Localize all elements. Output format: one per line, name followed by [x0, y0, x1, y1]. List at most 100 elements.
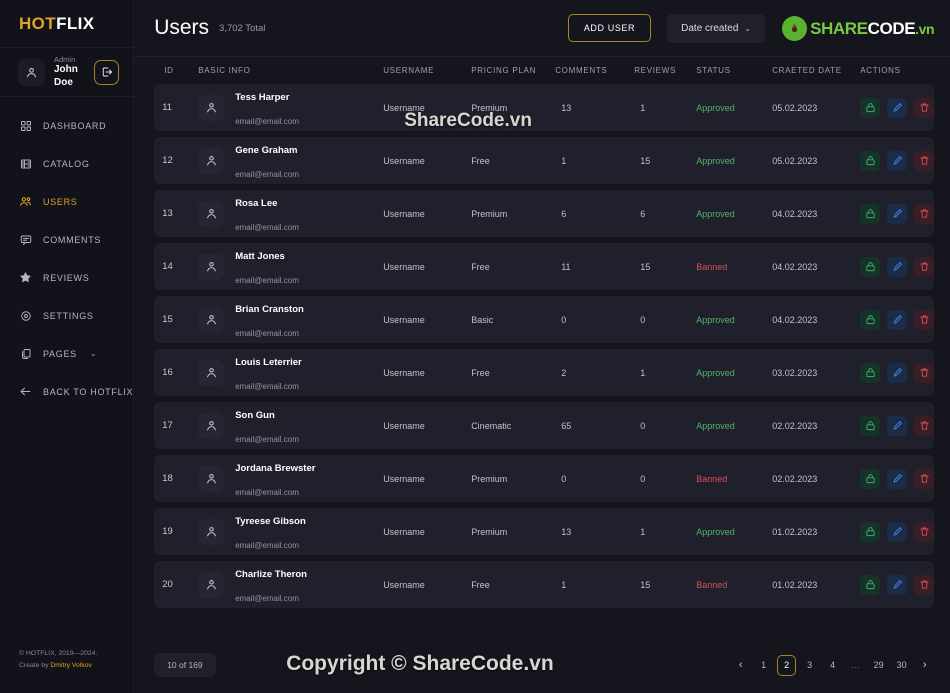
- sidebar-author-link[interactable]: Dmitry Volkov: [50, 662, 92, 669]
- edit-icon[interactable]: [887, 309, 908, 330]
- trash-icon[interactable]: [914, 521, 935, 542]
- table-row[interactable]: 13 Rosa Lee email@email.com Username Pre…: [154, 190, 935, 237]
- sidebar-item-comments[interactable]: COMMENTS: [0, 227, 133, 252]
- lock-icon[interactable]: [860, 362, 881, 383]
- sidebar-author-prefix: Create by: [19, 662, 51, 670]
- status-badge: Approved: [696, 102, 735, 113]
- add-user-button[interactable]: ADD USER: [567, 14, 652, 42]
- lock-icon[interactable]: [860, 203, 881, 224]
- edit-icon[interactable]: [887, 97, 908, 118]
- table-row[interactable]: 20 Charlize Theron email@email.com Usern…: [154, 561, 935, 608]
- admin-dashboard: HOT FLIX Admin John Doe DASHBOARD CATALO…: [0, 0, 950, 693]
- logo-share: SHARE: [810, 18, 868, 38]
- sidebar-author-line: Create by Dmitry Volkov: [19, 660, 97, 673]
- sidebar-item-settings[interactable]: SETTINGS: [0, 303, 133, 328]
- user-name: Louis Leterrier: [235, 357, 302, 369]
- lock-icon[interactable]: [860, 521, 881, 542]
- cell-reviews: 0: [640, 473, 646, 484]
- cell-actions: [860, 468, 935, 489]
- column-header-plan: PRICING PLAN: [471, 66, 537, 75]
- cell-username: Username: [383, 208, 425, 219]
- sidebar-item-catalog[interactable]: CATALOG: [0, 151, 133, 176]
- lock-icon[interactable]: [860, 97, 881, 118]
- user-email: email@email.com: [235, 487, 299, 497]
- pagination-page[interactable]: 2: [777, 654, 797, 676]
- cell-reviews: 0: [640, 420, 646, 431]
- pagination-next[interactable]: ›: [915, 655, 934, 676]
- edit-icon[interactable]: [887, 362, 908, 383]
- cell-username: Username: [383, 473, 425, 484]
- lock-icon[interactable]: [860, 415, 881, 436]
- cell-username: Username: [383, 579, 425, 590]
- brand-logo-flix: FLIX: [56, 13, 95, 33]
- edit-icon[interactable]: [887, 203, 908, 224]
- logout-icon[interactable]: [94, 59, 120, 85]
- sidebar-item-dashboard[interactable]: DASHBOARD: [0, 113, 133, 138]
- trash-icon[interactable]: [914, 256, 935, 277]
- star-icon: [19, 271, 32, 284]
- column-header-basicinfo: BASIC INFO: [198, 66, 251, 75]
- trash-icon[interactable]: [914, 574, 935, 595]
- person-icon: [18, 58, 45, 86]
- cell-reviews: 15: [640, 579, 651, 590]
- cell-comments: 13: [561, 526, 572, 537]
- lock-icon[interactable]: [860, 574, 881, 595]
- trash-icon[interactable]: [914, 97, 935, 118]
- trash-icon[interactable]: [914, 468, 935, 489]
- cell-basic-info: Brian Cranston email@email.com: [198, 296, 383, 342]
- main-content: Users 3,702 Total ADD USER Date created …: [134, 0, 950, 693]
- trash-icon[interactable]: [914, 415, 935, 436]
- edit-icon[interactable]: [887, 468, 908, 489]
- cell-username: Username: [383, 367, 425, 378]
- sidebar-item-reviews[interactable]: REVIEWS: [0, 265, 133, 290]
- table-row[interactable]: 11 Tess Harper email@email.com Username …: [154, 84, 935, 131]
- lock-icon[interactable]: [860, 468, 881, 489]
- pagination-prev[interactable]: ‹: [731, 655, 750, 676]
- trash-icon[interactable]: [914, 362, 935, 383]
- user-email: email@email.com: [235, 593, 299, 603]
- table-row[interactable]: 19 Tyreese Gibson email@email.com Userna…: [154, 508, 935, 555]
- edit-icon[interactable]: [887, 150, 908, 171]
- table-row[interactable]: 18 Jordana Brewster email@email.com User…: [154, 455, 935, 502]
- sidebar-item-users[interactable]: USERS: [0, 189, 133, 214]
- sort-dropdown[interactable]: Date created ⌄: [667, 13, 766, 43]
- edit-icon[interactable]: [887, 256, 908, 277]
- sidebar-item-label: DASHBOARD: [43, 120, 107, 131]
- trash-icon[interactable]: [914, 150, 935, 171]
- pagination-page[interactable]: 4: [823, 655, 842, 676]
- lock-icon[interactable]: [860, 150, 881, 171]
- pagination-page[interactable]: 29: [869, 655, 888, 676]
- brand-logo[interactable]: HOT FLIX: [0, 0, 133, 47]
- sidebar-item-pages[interactable]: PAGES ⌄: [0, 341, 133, 366]
- pagination-page[interactable]: 1: [754, 655, 773, 676]
- sidebar-item-back-to-hotflix[interactable]: BACK TO HOTFLIX: [0, 379, 133, 404]
- cell-reviews: 15: [640, 155, 651, 166]
- user-name: Jordana Brewster: [235, 463, 316, 475]
- table-row[interactable]: 14 Matt Jones email@email.com Username F…: [154, 243, 935, 290]
- edit-icon[interactable]: [887, 574, 908, 595]
- trash-icon[interactable]: [914, 203, 935, 224]
- avatar: [198, 253, 225, 280]
- sharecode-logo-text: SHARECODE.vn: [810, 20, 934, 37]
- table-row[interactable]: 12 Gene Graham email@email.com Username …: [154, 137, 935, 184]
- cell-created-date: 05.02.2023: [772, 102, 818, 113]
- trash-icon[interactable]: [914, 309, 935, 330]
- table-row[interactable]: 15 Brian Cranston email@email.com Userna…: [154, 296, 935, 343]
- cell-basic-info: Gene Graham email@email.com: [198, 137, 383, 183]
- cell-created-date: 02.02.2023: [772, 473, 818, 484]
- pagination-page[interactable]: 30: [892, 655, 911, 676]
- table-row[interactable]: 16 Louis Leterrier email@email.com Usern…: [154, 349, 935, 396]
- pagination-page[interactable]: 3: [800, 655, 819, 676]
- sharecode-logo[interactable]: SHARECODE.vn: [782, 15, 935, 41]
- lock-icon[interactable]: [860, 256, 881, 277]
- cell-basic-info: Tyreese Gibson email@email.com: [198, 508, 383, 554]
- avatar: [198, 359, 225, 386]
- lock-icon[interactable]: [860, 309, 881, 330]
- cell-created-date: 01.02.2023: [772, 579, 818, 590]
- page-title: Users: [154, 16, 210, 39]
- table-row[interactable]: 17 Son Gun email@email.com Username Cine…: [154, 402, 935, 449]
- edit-icon[interactable]: [887, 521, 908, 542]
- column-header-comments: COMMENTS: [555, 66, 608, 75]
- edit-icon[interactable]: [887, 415, 908, 436]
